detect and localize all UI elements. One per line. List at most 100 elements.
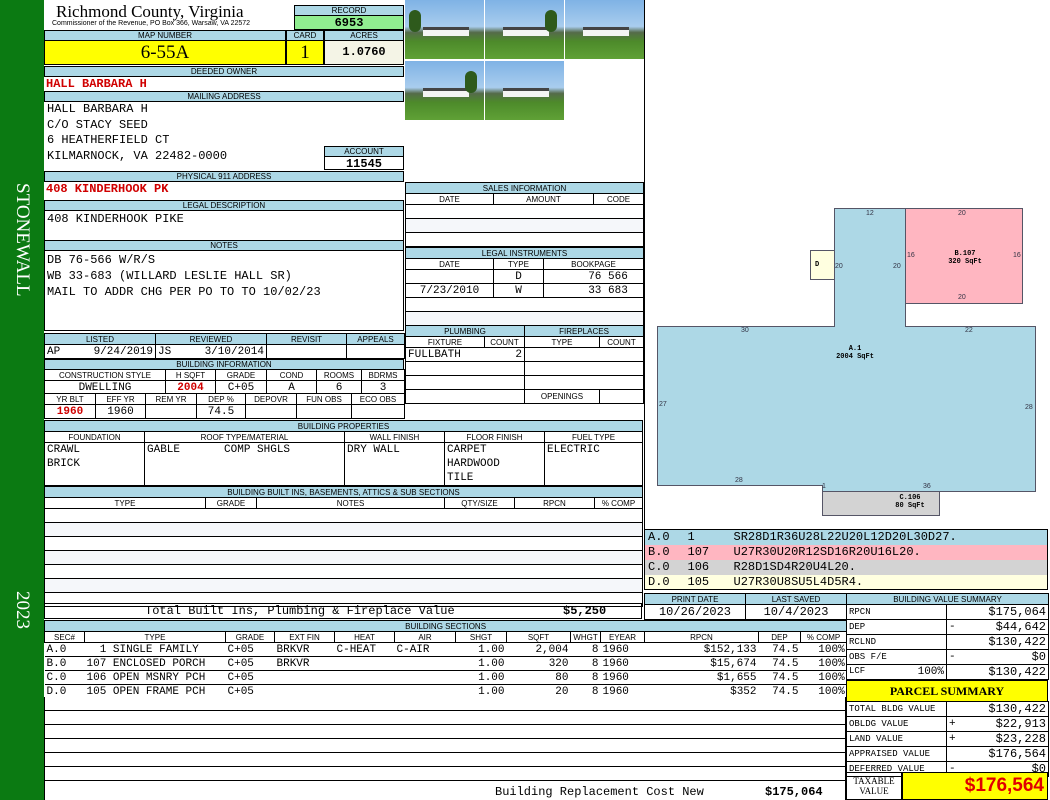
- dep-pct-header: DEP %: [196, 393, 246, 405]
- section-cell: 100%: [800, 670, 847, 685]
- li-page: 683: [608, 284, 628, 297]
- section-col-header: EXT FIN: [274, 631, 335, 643]
- district-name: STONEWALL: [12, 183, 33, 297]
- section-col-header: GRADE: [225, 631, 275, 643]
- rooms-header: ROOMS: [316, 369, 362, 381]
- print-date: 10/26/2023: [644, 604, 746, 620]
- sketch-dim: 20: [958, 294, 966, 301]
- bi-comp-header: % COMP: [593, 497, 644, 509]
- summary-label: OBS F/E: [849, 652, 887, 662]
- note-line: MAIL TO ADDR CHG PER PO TO TO 10/02/23: [47, 285, 321, 299]
- house-icon: [423, 88, 469, 97]
- summary-value: $130,422: [960, 664, 1049, 680]
- summary-label: OBLDG VALUE: [849, 719, 909, 729]
- acres-value: 1.0760: [324, 40, 404, 65]
- sales-table: SALES INFORMATION DATE AMOUNT CODE: [404, 182, 645, 247]
- legal-instruments-label: LEGAL INSTRUMENTS: [404, 247, 645, 259]
- section-cell: 8: [570, 670, 601, 685]
- replacement-cost-row: Building Replacement Cost New $175,064: [45, 783, 845, 800]
- foundation-item: CRAWL: [47, 444, 81, 456]
- listed-by: AP: [47, 345, 61, 358]
- property-photo[interactable]: [405, 0, 484, 59]
- property-photo[interactable]: [485, 61, 564, 120]
- summary-sign: [946, 604, 961, 620]
- li-book: 33: [588, 284, 602, 297]
- code-id: 107: [687, 545, 710, 559]
- builtin-row: [43, 536, 644, 551]
- code-id: 105: [687, 574, 710, 589]
- fun-obs: [296, 404, 352, 419]
- sketch-dim: 27: [659, 401, 667, 408]
- sketch-c-name: C.106: [899, 494, 921, 502]
- li-page: 566: [608, 270, 628, 283]
- parcel-summary-table: TOTAL BLDG VALUE $130,422 OBLDG VALUE + $22,…: [846, 701, 1049, 777]
- roof-header: ROOF TYPE/MATERIAL: [144, 431, 345, 443]
- eff-yr-header: EFF YR: [95, 393, 146, 405]
- li-type: D: [493, 269, 544, 284]
- summary-value: $130,422: [960, 634, 1049, 650]
- taxable-value-label: TAXABLE VALUE: [846, 772, 902, 800]
- section-cell: 1.00: [455, 670, 507, 685]
- account-number: 11545: [324, 156, 404, 171]
- listed-date: 9/24/2019: [93, 345, 153, 358]
- summary-sign: [946, 701, 961, 717]
- count-header: COUNT: [483, 336, 526, 348]
- value-summary-table: BUILDING VALUE SUMMARY RPCN $175,064 DEP - $…: [846, 593, 1049, 680]
- taxable-value: $176,564: [902, 772, 1048, 800]
- foundation-header: FOUNDATION: [44, 431, 145, 443]
- section-cell: 1960: [600, 670, 645, 685]
- li-row: [404, 311, 645, 326]
- bdrms-header: BDRMS: [361, 369, 405, 381]
- wall-header: WALL FINISH: [344, 431, 445, 443]
- openings-value: [598, 389, 645, 404]
- sketch-b-area: 320 SqFt: [948, 258, 982, 266]
- sketch-dim: 36: [923, 483, 931, 490]
- note-line: DB 76-566 W/R/S: [47, 253, 156, 267]
- sketch-code-row: C.0 106 R28D1SD4R20U4L20.: [644, 559, 1048, 575]
- last-saved: 10/4/2023: [745, 604, 847, 620]
- building-sections-table: BUILDING SECTIONS SEC# TYPE GRADE EXT FIN HE…: [43, 620, 848, 699]
- property-photo[interactable]: [405, 61, 484, 120]
- physical-address: 408 KINDERHOOK PK: [46, 182, 169, 196]
- mailing-address: HALL BARBARA H C/O STACY SEED 6 HEATHERF…: [47, 102, 227, 164]
- fuel-header: FUEL TYPE: [543, 431, 644, 443]
- section-col-header: TYPE: [84, 631, 226, 643]
- li-date: 7/23/2010: [405, 283, 494, 298]
- physical-address-label: PHYSICAL 911 ADDRESS: [44, 171, 404, 182]
- building-sketch[interactable]: D A.1 2004 SqFt B.107 320 SqFt C.106 80 SqF…: [645, 0, 1050, 528]
- sketch-join: [835, 325, 905, 328]
- builtins-label: BUILDING BUILT INS, BASEMENTS, ATTICS & …: [43, 486, 644, 498]
- tree-icon: [465, 71, 477, 93]
- section-cell: 74.5: [758, 656, 801, 671]
- summary-row: OBLDG VALUE + $22,913: [846, 716, 1049, 732]
- code-sec: B.0: [648, 545, 670, 559]
- section-cell: C+05: [225, 642, 275, 657]
- section-col-header: AIR: [394, 631, 456, 643]
- code-path: U27R30U8SU5L4D5R4.: [733, 574, 864, 589]
- fun-obs-header: FUN OBS: [296, 393, 352, 405]
- builtin-row: [43, 508, 644, 523]
- fp-row: [523, 375, 645, 390]
- summary-label: RCLND: [849, 637, 877, 647]
- property-photo[interactable]: [565, 0, 644, 59]
- property-photo[interactable]: [485, 0, 564, 59]
- construction-style-header: CONSTRUCTION STYLE: [44, 369, 166, 381]
- print-date-label: PRINT DATE: [644, 593, 746, 605]
- builtins-total-label: Total Built Ins, Plumbing & Fireplace Va…: [145, 604, 455, 618]
- sketch-dim: 22: [965, 327, 973, 334]
- summary-row: OBS F/E - $0: [846, 649, 1049, 665]
- legal-instruments-table: LEGAL INSTRUMENTS DATE TYPE BOOKPAGE D 76 5…: [404, 247, 645, 326]
- summary-sign: -: [946, 649, 961, 665]
- bi-qty-header: QTY/SIZE: [444, 497, 515, 509]
- map-number: 6-55A: [44, 40, 286, 65]
- bi-rpcn-header: RPCN: [514, 497, 595, 509]
- listing-table: LISTED REVIEWED REVISIT APPEALS AP 9/24/2019…: [44, 333, 405, 359]
- mailing-line: KILMARNOCK, VA 22482-0000: [47, 148, 228, 163]
- summary-sign: +: [946, 731, 961, 747]
- summary-value: $23,228: [960, 731, 1049, 747]
- li-type: W: [493, 283, 544, 298]
- li-bookpage: 76 566: [542, 269, 645, 284]
- builtin-row: [43, 564, 644, 579]
- li-row: [404, 297, 645, 312]
- section-row: A.0 1 SINGLE FAMILY C+05 BRKVR C-HEAT C-AIR 1…: [44, 642, 847, 657]
